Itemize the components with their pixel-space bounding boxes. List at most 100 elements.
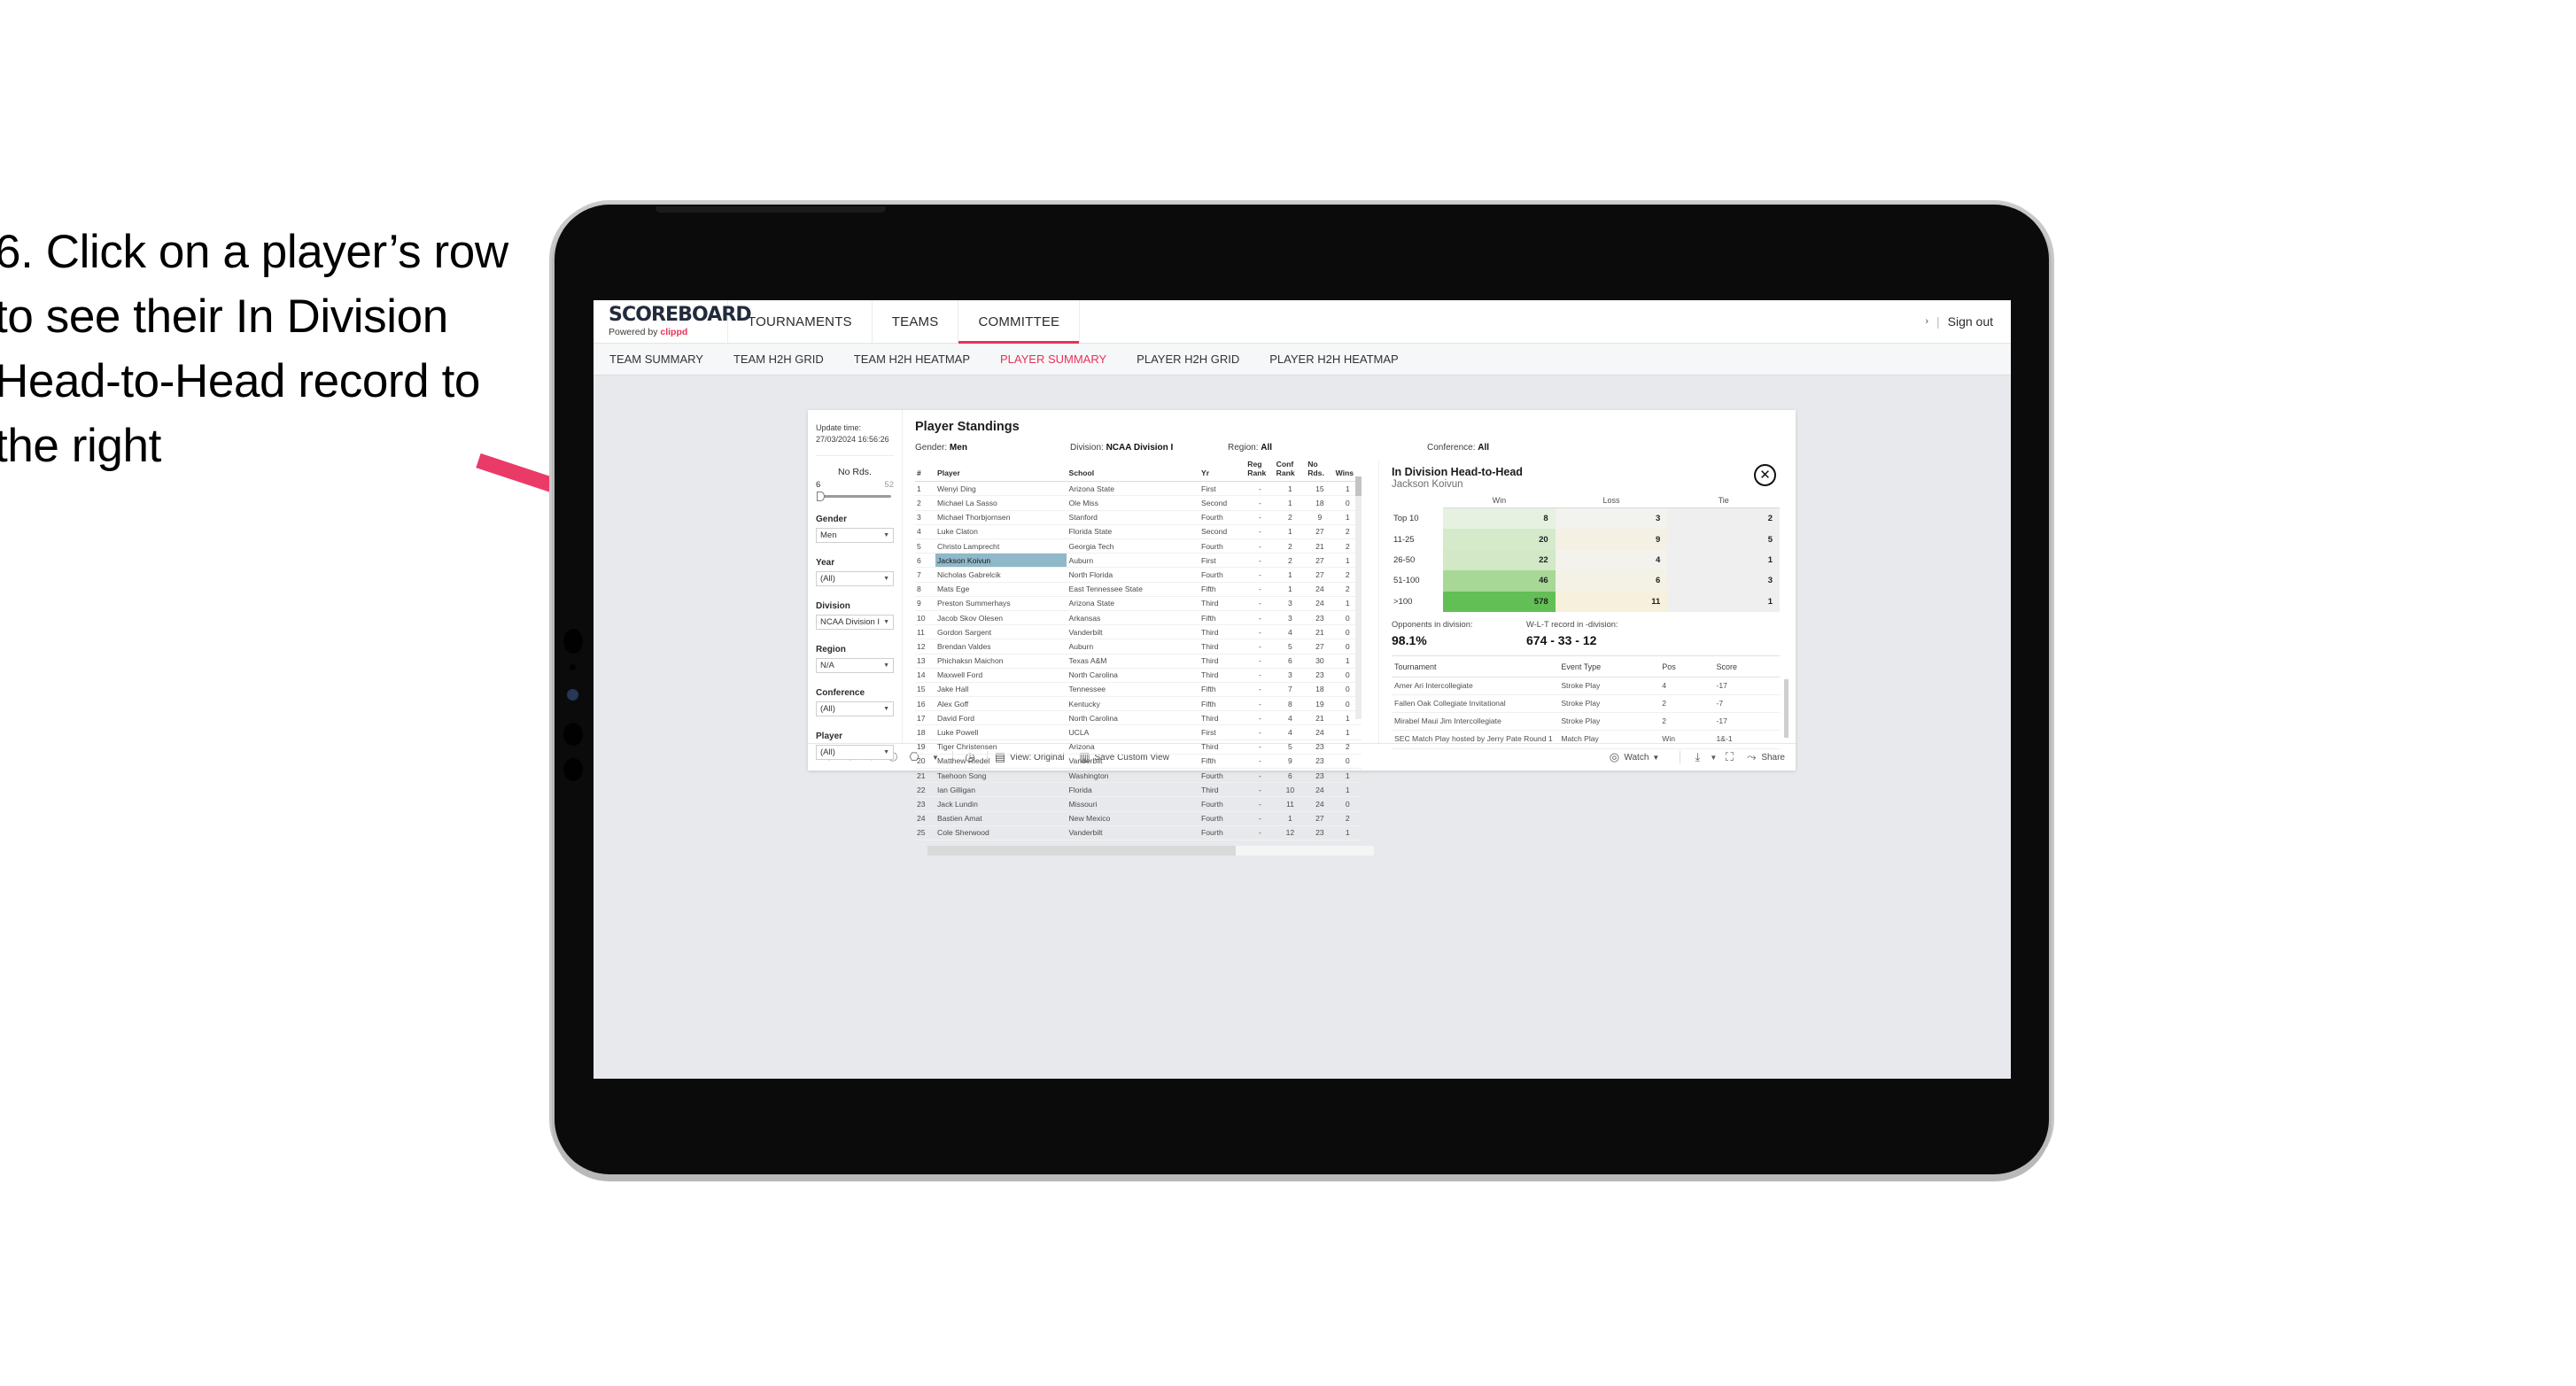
nav-teams[interactable]: TEAMS bbox=[873, 300, 959, 343]
update-time: Update time: 27/03/2024 16:56:26 bbox=[808, 422, 902, 455]
rank-cell: 8 bbox=[915, 582, 935, 597]
col-player[interactable]: Player bbox=[935, 461, 1067, 483]
h2h-col-loss: Loss bbox=[1555, 496, 1668, 508]
table-row[interactable]: 13 Phichaksn Maichon Texas A&M Third -6 30 1 bbox=[915, 654, 1362, 669]
nav-committee[interactable]: COMMITTEE bbox=[958, 300, 1081, 344]
table-horizontal-scrollbar[interactable] bbox=[927, 845, 1374, 856]
table-row[interactable]: 8 Mats Ege East Tennessee State Fifth -1 24 2 bbox=[915, 582, 1362, 597]
table-row[interactable]: 4 Luke Claton Florida State Second -1 27 2 bbox=[915, 524, 1362, 540]
slider-handle[interactable] bbox=[817, 492, 825, 502]
watch-button[interactable]: ◎ Watch ▼ bbox=[1608, 750, 1660, 764]
player-select[interactable]: (All) ▼ bbox=[816, 745, 894, 761]
dashboard-canvas: Update time: 27/03/2024 16:56:26 No Rds.… bbox=[594, 376, 2011, 1078]
conference-select[interactable]: (All) ▼ bbox=[816, 701, 894, 717]
reg-rank-cell: - bbox=[1245, 567, 1275, 583]
tournament-name-cell: Amer Ari Intercollegiate bbox=[1392, 677, 1559, 696]
h2h-row: Top 10 8 3 2 bbox=[1392, 507, 1780, 530]
meta-region: Region: All bbox=[1228, 443, 1273, 453]
year-select[interactable]: (All) ▼ bbox=[816, 571, 894, 587]
tab-player-h2h-grid[interactable]: PLAYER H2H GRID bbox=[1137, 352, 1239, 366]
no-rds-cell: 27 bbox=[1306, 567, 1334, 583]
no-rounds-slider[interactable]: No Rds. 6 52 bbox=[808, 467, 902, 502]
table-row[interactable]: 21 Taehoon Song Washington Fourth -6 23 1 bbox=[915, 768, 1362, 784]
yr-cell: Fifth bbox=[1199, 610, 1246, 626]
col-yr[interactable]: Yr bbox=[1199, 461, 1246, 483]
nav-tournaments[interactable]: TOURNAMENTS bbox=[728, 300, 873, 343]
h2h-player-name: Jackson Koivun bbox=[1392, 479, 1463, 490]
tournament-name-cell: Fallen Oak Collegiate Invitational bbox=[1392, 694, 1559, 714]
col-rank[interactable]: # bbox=[915, 461, 935, 483]
player-cell: Jake Hall bbox=[935, 682, 1067, 698]
conf-rank-cell: 3 bbox=[1274, 596, 1307, 611]
yr-cell: First bbox=[1199, 724, 1246, 740]
player-cell: Mats Ege bbox=[935, 582, 1067, 597]
tournament-scrollbar[interactable] bbox=[1784, 678, 1788, 738]
gender-select[interactable]: Men ▼ bbox=[816, 528, 894, 544]
download-icon[interactable]: ⤓ bbox=[1687, 750, 1708, 764]
rank-cell: 24 bbox=[915, 811, 935, 826]
table-row[interactable]: 10 Jacob Skov Olesen Arkansas Fifth -3 23 0 bbox=[915, 610, 1362, 626]
signout-label[interactable]: Sign out bbox=[1948, 314, 1993, 329]
chevron-down-icon[interactable]: ▼ bbox=[1708, 754, 1719, 762]
table-row[interactable]: 19 Tiger Christensen Arizona Third -5 23 2 bbox=[915, 739, 1362, 755]
table-row[interactable]: 25 Cole Sherwood Vanderbilt Fourth -12 23 1 bbox=[915, 825, 1362, 840]
table-row[interactable]: 24 Bastien Amat New Mexico Fourth -1 27 2 bbox=[915, 811, 1362, 826]
h2h-row: 26-50 22 4 1 bbox=[1392, 549, 1780, 571]
score-cell: -17 bbox=[1713, 712, 1780, 732]
col-no-rds[interactable]: No Rds. bbox=[1306, 460, 1334, 483]
logo-tagline: Powered by clippd bbox=[609, 327, 727, 337]
tablet-volume-down-button[interactable] bbox=[563, 758, 583, 781]
app-logo[interactable]: SCOREBOARD Powered by clippd bbox=[594, 300, 752, 343]
no-rds-cell: 21 bbox=[1306, 538, 1334, 554]
table-row[interactable]: 17 David Ford North Carolina Third -4 21 1 bbox=[915, 710, 1362, 726]
close-icon[interactable]: ✕ bbox=[1754, 464, 1776, 486]
region-select[interactable]: N/A ▼ bbox=[816, 658, 894, 674]
share-button[interactable]: ⤳ Share bbox=[1745, 750, 1785, 764]
table-row[interactable]: 6 Jackson Koivun Auburn First -2 27 1 bbox=[915, 553, 1362, 569]
table-row[interactable]: 7 Nicholas Gabrelcik North Florida Fourth -1… bbox=[915, 567, 1362, 583]
table-row[interactable]: 12 Brendan Valdes Auburn Third -5 27 0 bbox=[915, 639, 1362, 654]
rank-cell: 19 bbox=[915, 739, 935, 755]
table-row[interactable]: 2 Michael La Sasso Ole Miss Second -1 18 0 bbox=[915, 495, 1362, 511]
school-cell: Vanderbilt bbox=[1067, 754, 1199, 770]
no-rds-cell: 23 bbox=[1306, 610, 1334, 626]
table-row[interactable]: 9 Preston Summerhays Arizona State Third -3 2… bbox=[915, 596, 1362, 611]
signout-area[interactable]: › | Sign out bbox=[1925, 300, 2011, 343]
tab-team-summary[interactable]: TEAM SUMMARY bbox=[609, 352, 703, 366]
conf-rank-cell: 6 bbox=[1274, 654, 1307, 669]
tab-team-h2h-grid[interactable]: TEAM H2H GRID bbox=[733, 352, 824, 366]
col-conf-rank[interactable]: Conf Rank bbox=[1274, 460, 1307, 483]
table-vertical-scrollbar[interactable] bbox=[1355, 476, 1362, 719]
table-row[interactable]: 15 Jake Hall Tennessee Fifth -7 18 0 bbox=[915, 682, 1362, 698]
table-row[interactable]: 20 Matthew Riedel Vanderbilt Fifth -9 23 0 bbox=[915, 754, 1362, 770]
tab-team-h2h-heatmap[interactable]: TEAM H2H HEATMAP bbox=[854, 352, 970, 366]
table-row[interactable]: 16 Alex Goff Kentucky Fifth -8 19 0 bbox=[915, 696, 1362, 712]
table-row[interactable]: 18 Luke Powell UCLA First -4 24 1 bbox=[915, 724, 1362, 740]
table-row[interactable]: 14 Maxwell Ford North Carolina Third -3 23 0 bbox=[915, 668, 1362, 683]
tablet-volume-up-button[interactable] bbox=[563, 723, 583, 746]
table-row[interactable]: 23 Jack Lundin Missouri Fourth -11 24 0 bbox=[915, 796, 1362, 812]
table-row[interactable]: 22 Ian Gilligan Florida Third -10 24 1 bbox=[915, 782, 1362, 798]
tab-player-h2h-heatmap[interactable]: PLAYER H2H HEATMAP bbox=[1269, 352, 1398, 366]
player-cell: Preston Summerhays bbox=[935, 596, 1067, 611]
school-cell: North Florida bbox=[1067, 567, 1199, 583]
chevron-down-icon: ▼ bbox=[883, 706, 889, 713]
table-row[interactable]: 5 Christo Lamprecht Georgia Tech Fourth -2 21… bbox=[915, 538, 1362, 554]
table-row[interactable]: 11 Gordon Sargent Vanderbilt Third -4 21 0 bbox=[915, 624, 1362, 640]
conf-rank-cell: 5 bbox=[1274, 639, 1307, 654]
col-reg-rank[interactable]: Reg Rank bbox=[1245, 460, 1275, 483]
table-row[interactable]: 1 Wenyi Ding Arizona State First -1 15 1 bbox=[915, 481, 1362, 497]
h2h-stats: Opponents in division: 98.1% W-L-T recor… bbox=[1392, 620, 1780, 647]
tab-player-summary[interactable]: PLAYER SUMMARY bbox=[1000, 352, 1106, 366]
h2h-tie-cell: 5 bbox=[1667, 529, 1780, 550]
fullscreen-icon[interactable]: ⛶ bbox=[1719, 750, 1740, 764]
conf-rank-cell: 12 bbox=[1274, 825, 1307, 840]
slider-track[interactable] bbox=[817, 492, 891, 502]
col-school[interactable]: School bbox=[1067, 461, 1199, 483]
no-rds-cell: 9 bbox=[1306, 510, 1334, 525]
school-cell: North Carolina bbox=[1067, 710, 1199, 726]
conf-rank-cell: 1 bbox=[1274, 582, 1307, 597]
table-row[interactable]: 3 Michael Thorbjornsen Stanford Fourth -2 9 1 bbox=[915, 510, 1362, 525]
reg-rank-cell: - bbox=[1245, 481, 1275, 497]
division-select[interactable]: NCAA Division I ▼ bbox=[816, 615, 894, 631]
